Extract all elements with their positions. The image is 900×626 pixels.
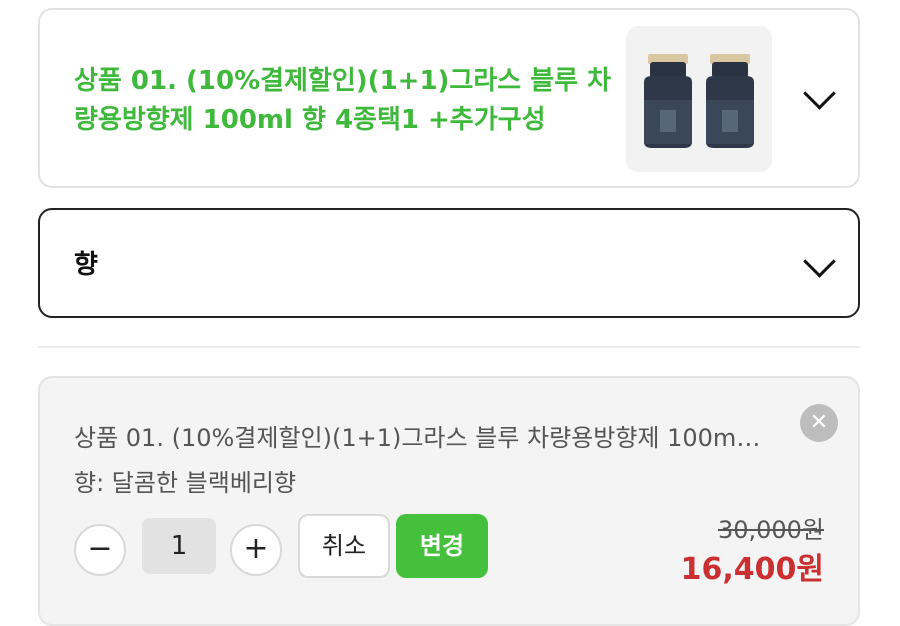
option-selector[interactable]: 향 xyxy=(38,208,860,318)
option-label: 향 xyxy=(74,250,98,280)
product-image xyxy=(626,26,772,172)
product-bottles-image xyxy=(644,54,754,148)
increase-quantity-button[interactable]: + xyxy=(230,524,282,576)
chevron-down-icon[interactable] xyxy=(803,245,836,278)
sale-price: 16,400원 xyxy=(680,552,824,587)
product-title: 상품 01. (10%결제할인)(1+1)그라스 블루 차량용방향제 100ml… xyxy=(74,66,612,135)
original-price: 30,000원 xyxy=(717,516,824,544)
quantity-value[interactable]: 1 xyxy=(142,518,216,574)
change-button[interactable]: 변경 xyxy=(396,514,488,578)
product-selector[interactable]: 상품 01. (10%결제할인)(1+1)그라스 블루 차량용방향제 100ml… xyxy=(38,8,860,188)
close-icon[interactable]: ✕ xyxy=(800,404,838,442)
selected-item-option: 향: 달콤한 블랙베리향 xyxy=(74,469,297,497)
selected-item-card: 상품 01. (10%결제할인)(1+1)그라스 블루 차량용방향제 100ml… xyxy=(38,376,860,626)
decrease-quantity-button[interactable]: − xyxy=(74,524,126,576)
cancel-button[interactable]: 취소 xyxy=(298,514,390,578)
selected-item-title: 상품 01. (10%결제할인)(1+1)그라스 블루 차량용방향제 100ml… xyxy=(74,424,764,452)
divider xyxy=(38,346,860,348)
chevron-down-icon[interactable] xyxy=(803,77,836,110)
